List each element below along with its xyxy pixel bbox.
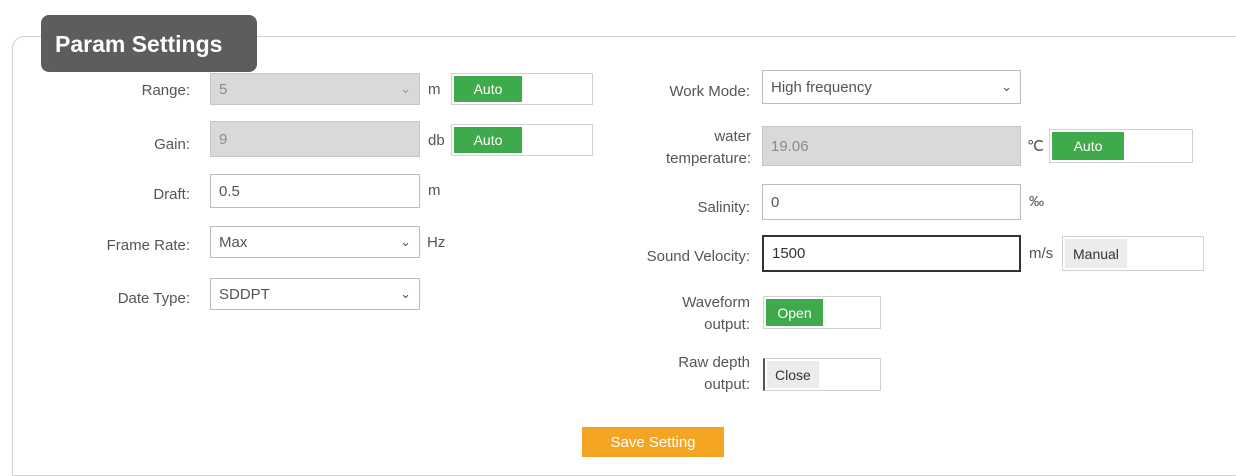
waveform-output-label: Waveform output: — [600, 292, 750, 336]
water-temperature-label-line2: temperature: — [665, 149, 751, 167]
raw-depth-output-label-line2: output: — [704, 375, 750, 393]
gain-toggle-label: Auto — [454, 127, 522, 153]
frame-rate-label: Frame Rate: — [106, 237, 190, 254]
work-mode-label: Work Mode: — [669, 83, 750, 100]
gain-value: 9 — [219, 130, 228, 148]
work-mode-value: High frequency — [771, 78, 872, 96]
draft-label: Draft: — [153, 186, 190, 203]
range-select[interactable]: 5 ⌄ — [210, 73, 420, 105]
water-temperature-label: water temperature: — [600, 126, 751, 170]
salinity-label: Salinity: — [697, 199, 750, 216]
waveform-output-toggle[interactable]: Open — [763, 296, 881, 329]
sound-velocity-input[interactable]: 1500 — [762, 235, 1021, 272]
work-mode-select[interactable]: High frequency ⌄ — [762, 70, 1021, 104]
frame-rate-value: Max — [219, 233, 248, 251]
salinity-unit: ‰ — [1029, 193, 1044, 210]
chevron-down-icon: ⌄ — [400, 286, 411, 301]
range-value: 5 — [219, 80, 228, 98]
water-temperature-label-line1: water — [714, 128, 751, 145]
sound-velocity-value: 1500 — [772, 245, 806, 262]
salinity-value: 0 — [771, 193, 780, 211]
waveform-output-label-line1: Waveform — [682, 294, 750, 311]
water-temperature-toggle-label: Auto — [1052, 132, 1124, 160]
salinity-input[interactable]: 0 — [762, 184, 1021, 220]
frame-rate-select[interactable]: Max ⌄ — [210, 226, 420, 258]
gain-label: Gain: — [154, 136, 190, 153]
water-temperature-value: 19.06 — [771, 137, 809, 155]
water-temperature-auto-toggle[interactable]: Auto — [1049, 129, 1193, 163]
sound-velocity-manual-toggle[interactable]: Manual — [1062, 236, 1204, 271]
sound-velocity-toggle-label: Manual — [1065, 239, 1127, 268]
gain-input[interactable]: 9 — [210, 121, 420, 157]
draft-unit: m — [428, 182, 441, 199]
range-label: Range: — [141, 82, 190, 99]
frame-rate-unit: Hz — [427, 234, 446, 251]
raw-depth-output-label-line1: Raw depth — [678, 354, 750, 371]
gain-unit: db — [428, 132, 445, 149]
chevron-down-icon: ⌄ — [400, 81, 411, 96]
draft-value: 0.5 — [219, 182, 240, 200]
draft-input[interactable]: 0.5 — [210, 174, 420, 208]
panel-title: Param Settings — [41, 15, 257, 72]
waveform-output-label-line2: output: — [704, 315, 750, 333]
date-type-label: Date Type: — [117, 290, 190, 307]
waveform-output-toggle-label: Open — [766, 299, 823, 326]
chevron-down-icon: ⌄ — [400, 234, 411, 249]
date-type-value: SDDPT — [219, 285, 270, 303]
raw-depth-output-label: Raw depth output: — [600, 352, 750, 396]
range-toggle-label: Auto — [454, 76, 522, 102]
chevron-down-icon: ⌄ — [1001, 79, 1012, 94]
raw-depth-output-toggle-label: Close — [767, 361, 819, 388]
water-temperature-unit: ℃ — [1027, 138, 1044, 155]
range-auto-toggle[interactable]: Auto — [451, 73, 593, 105]
sound-velocity-label: Sound Velocity: — [646, 248, 750, 265]
save-setting-button[interactable]: Save Setting — [582, 427, 724, 457]
water-temperature-input[interactable]: 19.06 — [762, 126, 1021, 166]
raw-depth-output-toggle[interactable]: Close — [763, 358, 881, 391]
date-type-select[interactable]: SDDPT ⌄ — [210, 278, 420, 310]
sound-velocity-unit: m/s — [1029, 245, 1054, 262]
gain-auto-toggle[interactable]: Auto — [451, 124, 593, 156]
range-unit: m — [428, 81, 441, 98]
